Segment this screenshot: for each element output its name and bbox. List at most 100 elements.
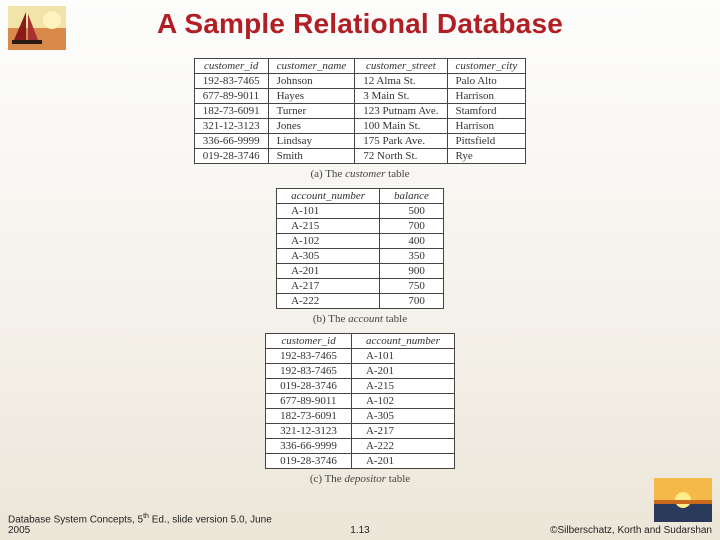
corner-image-sailboat (8, 6, 66, 50)
table-cell: 12 Alma St. (355, 74, 447, 89)
cap-pre: (a) The (310, 168, 345, 180)
table-cell: 400 (380, 234, 444, 249)
table-row: 182-73-6091Turner123 Putnam Ave.Stamford (194, 104, 525, 119)
table-cell: A-222 (277, 294, 380, 309)
cap-ital: account (348, 313, 383, 325)
table-cell: A-201 (351, 364, 454, 379)
depositor-caption: (c) The depositor table (310, 473, 410, 485)
table-row: 336-66-9999Lindsay175 Park Ave.Pittsfiel… (194, 134, 525, 149)
table-row: 321-12-3123Jones100 Main St.Harrison (194, 119, 525, 134)
table-row: A-305350 (277, 249, 444, 264)
table-row: 677-89-9011Hayes3 Main St.Harrison (194, 89, 525, 104)
table-cell: A-101 (277, 204, 380, 219)
table-cell: 72 North St. (355, 149, 447, 164)
table-cell: A-201 (277, 264, 380, 279)
table-cell: 192-83-7465 (194, 74, 268, 89)
table-cell: 677-89-9011 (266, 394, 352, 409)
table-cell: 019-28-3746 (266, 379, 352, 394)
account-caption: (b) The account table (313, 313, 407, 325)
table-cell: A-215 (351, 379, 454, 394)
table-cell: 321-12-3123 (266, 424, 352, 439)
table-cell: 700 (380, 294, 444, 309)
table-cell: 700 (380, 219, 444, 234)
table-cell: 192-83-7465 (266, 349, 352, 364)
table-cell: 336-66-9999 (194, 134, 268, 149)
table-cell: A-201 (351, 454, 454, 469)
table-cell: 677-89-9011 (194, 89, 268, 104)
cap-pre: (c) The (310, 473, 345, 485)
table-row: 019-28-3746A-201 (266, 454, 455, 469)
th: account_number (351, 334, 454, 349)
table-cell: 182-73-6091 (266, 409, 352, 424)
th: customer_id (194, 59, 268, 74)
table-row: 182-73-6091A-305 (266, 409, 455, 424)
table-cell: A-305 (277, 249, 380, 264)
table-row: 192-83-7465A-201 (266, 364, 455, 379)
customer-table: customer_id customer_name customer_stree… (194, 58, 526, 164)
tables-container: customer_id customer_name customer_stree… (180, 58, 540, 491)
table-cell: 900 (380, 264, 444, 279)
table-cell: 175 Park Ave. (355, 134, 447, 149)
table-cell: A-101 (351, 349, 454, 364)
table-row: 321-12-3123A-217 (266, 424, 455, 439)
cap-suf: table (383, 313, 407, 325)
table-cell: 100 Main St. (355, 119, 447, 134)
table-cell: 123 Putnam Ave. (355, 104, 447, 119)
table-cell: A-102 (277, 234, 380, 249)
table-cell: Palo Alto (447, 74, 526, 89)
footer: Database System Concepts, 5th Ed., slide… (0, 513, 720, 536)
table-cell: 192-83-7465 (266, 364, 352, 379)
th: customer_city (447, 59, 526, 74)
footer-text: Database System Concepts, 5 (8, 514, 143, 525)
th: account_number (277, 189, 380, 204)
table-row: A-201900 (277, 264, 444, 279)
table-cell: 3 Main St. (355, 89, 447, 104)
table-row: A-215700 (277, 219, 444, 234)
table-cell: 500 (380, 204, 444, 219)
table-cell: A-102 (351, 394, 454, 409)
table-cell: Turner (268, 104, 355, 119)
table-cell: Stamford (447, 104, 526, 119)
table-cell: Hayes (268, 89, 355, 104)
table-row: 192-83-7465A-101 (266, 349, 455, 364)
table-cell: 350 (380, 249, 444, 264)
table-row: 677-89-9011A-102 (266, 394, 455, 409)
cap-pre: (b) The (313, 313, 348, 325)
table-cell: A-217 (277, 279, 380, 294)
table-row: 336-66-9999A-222 (266, 439, 455, 454)
slide-number: 1.13 (350, 525, 369, 536)
cap-ital: depositor (344, 473, 386, 485)
table-row: 019-28-3746A-215 (266, 379, 455, 394)
page-title: A Sample Relational Database (0, 0, 720, 40)
table-cell: 321-12-3123 (194, 119, 268, 134)
cap-ital: customer (345, 168, 385, 180)
th: customer_street (355, 59, 447, 74)
cap-suf: table (386, 473, 410, 485)
table-row: A-222700 (277, 294, 444, 309)
table-cell: 182-73-6091 (194, 104, 268, 119)
table-cell: 336-66-9999 (266, 439, 352, 454)
depositor-table: customer_id account_number 192-83-7465A-… (265, 333, 455, 469)
table-cell: A-305 (351, 409, 454, 424)
table-cell: Rye (447, 149, 526, 164)
th: balance (380, 189, 444, 204)
th: customer_name (268, 59, 355, 74)
customer-caption: (a) The customer table (310, 168, 409, 180)
table-cell: Smith (268, 149, 355, 164)
table-row: 019-28-3746Smith72 North St.Rye (194, 149, 525, 164)
table-cell: 019-28-3746 (194, 149, 268, 164)
cap-suf: table (385, 168, 409, 180)
table-cell: Johnson (268, 74, 355, 89)
account-table: account_number balance A-101500A-215700A… (276, 188, 444, 309)
table-cell: Jones (268, 119, 355, 134)
table-row: 192-83-7465Johnson12 Alma St.Palo Alto (194, 74, 525, 89)
table-cell: 750 (380, 279, 444, 294)
footer-right: ©Silberschatz, Korth and Sudarshan (550, 525, 712, 536)
footer-left: Database System Concepts, 5th Ed., slide… (8, 513, 288, 536)
table-row: A-102400 (277, 234, 444, 249)
table-cell: Pittsfield (447, 134, 526, 149)
table-row: A-101500 (277, 204, 444, 219)
table-cell: Harrison (447, 119, 526, 134)
table-row: A-217750 (277, 279, 444, 294)
table-cell: 019-28-3746 (266, 454, 352, 469)
